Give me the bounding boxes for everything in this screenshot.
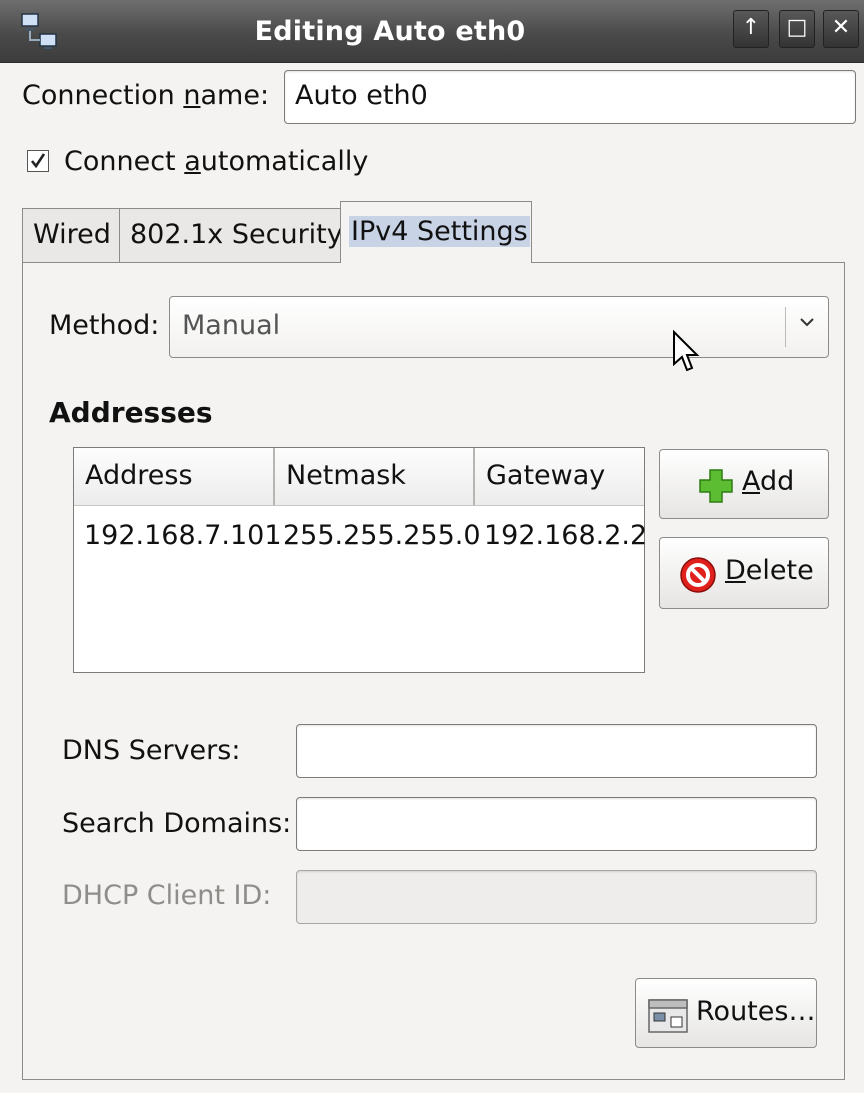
- tab-ipv4-settings[interactable]: IPv4 Settings: [340, 201, 532, 263]
- tab-ipv4-settings-label: IPv4 Settings: [349, 216, 530, 247]
- routes-button[interactable]: Routes…: [635, 978, 817, 1048]
- mouse-pointer-icon: [673, 330, 700, 372]
- window-close-button[interactable]: ✕: [823, 10, 859, 48]
- search-domains-input[interactable]: [296, 797, 817, 851]
- window-shade-button[interactable]: ↑: [733, 10, 769, 48]
- tab-wired[interactable]: Wired: [22, 208, 120, 262]
- add-label-rest: dd: [760, 466, 795, 497]
- method-dropdown[interactable]: Manual: [169, 296, 829, 358]
- column-header-netmask[interactable]: Netmask: [273, 448, 473, 506]
- method-label: Method:: [49, 310, 160, 341]
- delete-label-rest: elete: [745, 555, 814, 586]
- delete-stop-icon: [680, 557, 716, 593]
- connect-automatically-checkbox[interactable]: [27, 150, 49, 172]
- tab-8021x-security-label: 802.1x Security: [130, 219, 343, 250]
- cell-address: 192.168.7.101: [84, 520, 282, 551]
- addresses-table[interactable]: Address Netmask Gateway 192.168.7.101 25…: [73, 447, 648, 673]
- connect-automatically-label[interactable]: Connect automatically: [64, 146, 368, 177]
- title-bar: Editing Auto eth0 ↑ □ ✕: [0, 0, 864, 63]
- connection-name-label-part: ame:: [200, 80, 270, 111]
- cell-gateway: 192.168.2.2: [484, 520, 648, 551]
- dns-servers-input[interactable]: [296, 724, 817, 778]
- tab-8021x-security[interactable]: 802.1x Security: [119, 208, 343, 262]
- dropdown-divider: [785, 307, 786, 347]
- connect-auto-label-part: Connect: [64, 146, 185, 177]
- connection-name-label: Connection name:: [22, 80, 269, 111]
- connection-name-accel: n: [183, 80, 201, 111]
- method-dropdown-value: Manual: [182, 310, 281, 341]
- column-header-address[interactable]: Address: [74, 448, 273, 506]
- tab-wired-label: Wired: [33, 219, 111, 250]
- addresses-heading: Addresses: [49, 396, 213, 429]
- connect-auto-accel: a: [184, 146, 201, 177]
- delete-address-button[interactable]: Delete: [659, 537, 829, 609]
- connect-auto-label-part: utomatically: [200, 146, 369, 177]
- window-maximize-button[interactable]: □: [779, 10, 815, 48]
- dhcp-client-id-label: DHCP Client ID:: [62, 880, 272, 911]
- table-row[interactable]: 192.168.7.101 255.255.255.0 192.168.2.2: [74, 508, 648, 560]
- routes-button-label: Routes…: [696, 996, 816, 1027]
- search-domains-label: Search Domains:: [62, 808, 292, 839]
- cell-netmask: 255.255.255.0: [283, 520, 481, 551]
- column-header-gateway[interactable]: Gateway: [473, 448, 644, 506]
- delete-button-label: Delete: [725, 555, 814, 586]
- checkmark-icon: [30, 153, 46, 169]
- dhcp-client-id-input: [296, 870, 817, 924]
- connection-name-input[interactable]: Auto eth0: [284, 70, 856, 124]
- add-accel: A: [742, 466, 760, 497]
- connection-name-label-part: Connection: [22, 80, 184, 111]
- add-plus-icon: [699, 469, 733, 503]
- dns-servers-label: DNS Servers:: [62, 735, 241, 766]
- window-title: Editing Auto eth0: [254, 16, 526, 47]
- delete-accel: D: [725, 555, 746, 586]
- routes-table-icon: [648, 999, 688, 1033]
- add-address-button[interactable]: Add: [659, 449, 829, 519]
- chevron-down-icon: [800, 318, 814, 327]
- add-button-label: Add: [742, 466, 794, 497]
